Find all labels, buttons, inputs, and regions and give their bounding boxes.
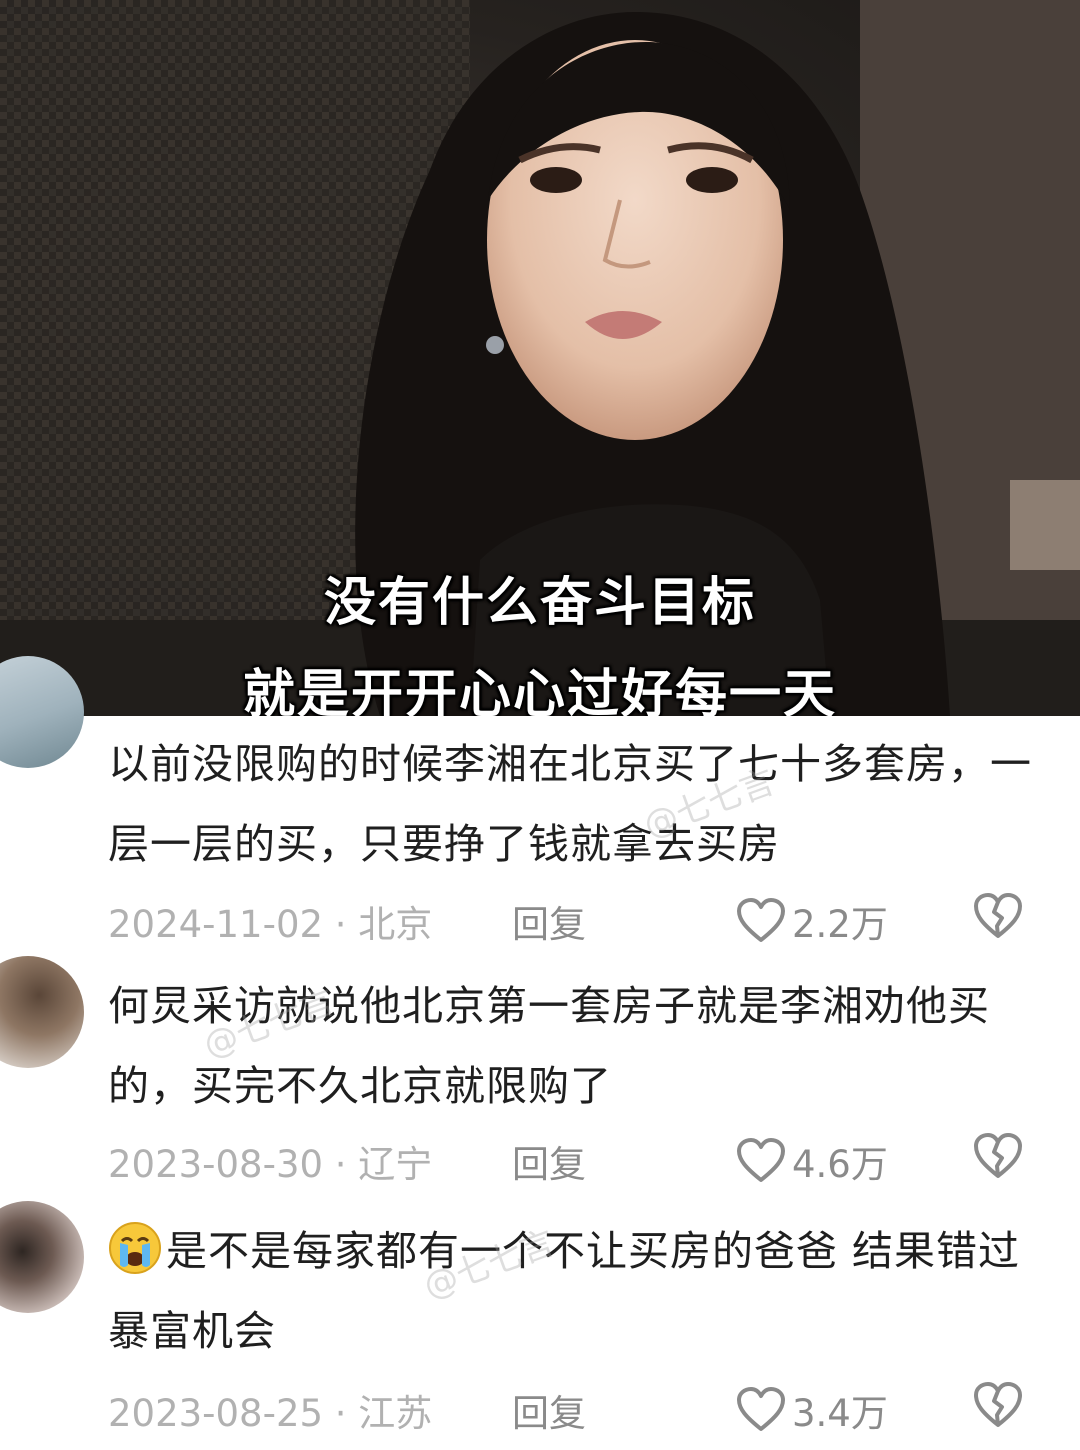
comment-item: 何炅采访就说他北京第一套房子就是李湘劝他买的，买完不久北京就限购了 2023-0… (0, 956, 1080, 1201)
comment-date-location: 2023-08-25 · 江苏 (108, 1392, 433, 1435)
comment-meta: 2023-08-30 · 辽宁 回复 4.6万 (108, 1133, 1048, 1186)
comment-text: 以前没限购的时候李湘在北京买了七十多套房，一层一层的买，只要挣了钱就拿去买房 (108, 740, 1032, 868)
subtitle-line-1: 没有什么奋斗目标 (323, 573, 756, 633)
reply-button[interactable]: 回复 (512, 894, 586, 948)
heart-icon (737, 1138, 785, 1182)
reply-button[interactable]: 回复 (512, 1134, 586, 1188)
dislike-button[interactable] (972, 1381, 1024, 1438)
heart-icon (737, 1387, 785, 1431)
video-frame[interactable]: 没有什么奋斗目标 就是开开心心过好每一天 (0, 0, 1080, 716)
broken-heart-icon (974, 1382, 1022, 1427)
comment-date-location: 2023-08-30 · 辽宁 (108, 1143, 433, 1186)
avatar[interactable] (0, 1201, 84, 1313)
broken-heart-icon (974, 893, 1022, 938)
comment-list: 以前没限购的时候李湘在北京买了七十多套房，一层一层的买，只要挣了钱就拿去买房 2… (0, 656, 1080, 1450)
screenshot: 没有什么奋斗目标 就是开开心心过好每一天 以前没限购的时候李湘在北京买了七十多套… (0, 0, 1080, 1450)
heart-icon (737, 898, 785, 942)
like-count: 3.4万 (792, 1392, 888, 1435)
like-button[interactable]: 4.6万 (736, 1134, 888, 1188)
comment-item: 以前没限购的时候李湘在北京买了七十多套房，一层一层的买，只要挣了钱就拿去买房 2… (0, 656, 1080, 956)
like-button[interactable]: 2.2万 (736, 894, 888, 948)
like-button[interactable]: 3.4万 (736, 1383, 888, 1437)
comment-text: 是不是每家都有一个不让买房的爸爸 结果错过暴富机会 (108, 1211, 1048, 1371)
subtitle-line-2: 就是开开心心过好每一天 (242, 665, 837, 716)
avatar[interactable] (0, 956, 84, 1068)
crying-face-emoji-icon (109, 1222, 161, 1274)
dislike-button[interactable] (972, 892, 1024, 949)
comment-meta: 2023-08-25 · 江苏 回复 3.4万 (108, 1382, 1048, 1435)
dislike-button[interactable] (972, 1132, 1024, 1189)
comment-text-body: 是不是每家都有一个不让买房的爸爸 结果错过暴富机会 (108, 1227, 1021, 1355)
broken-heart-icon (974, 1133, 1022, 1178)
comment-item: 是不是每家都有一个不让买房的爸爸 结果错过暴富机会 2023-08-25 · 江… (0, 1201, 1080, 1450)
like-count: 2.2万 (792, 903, 888, 946)
comment-date-location: 2024-11-02 · 北京 (108, 903, 433, 946)
reply-button[interactable]: 回复 (512, 1383, 586, 1437)
comment-meta: 2024-11-02 · 北京 回复 2.2万 (108, 893, 1048, 946)
like-count: 4.6万 (792, 1143, 888, 1186)
